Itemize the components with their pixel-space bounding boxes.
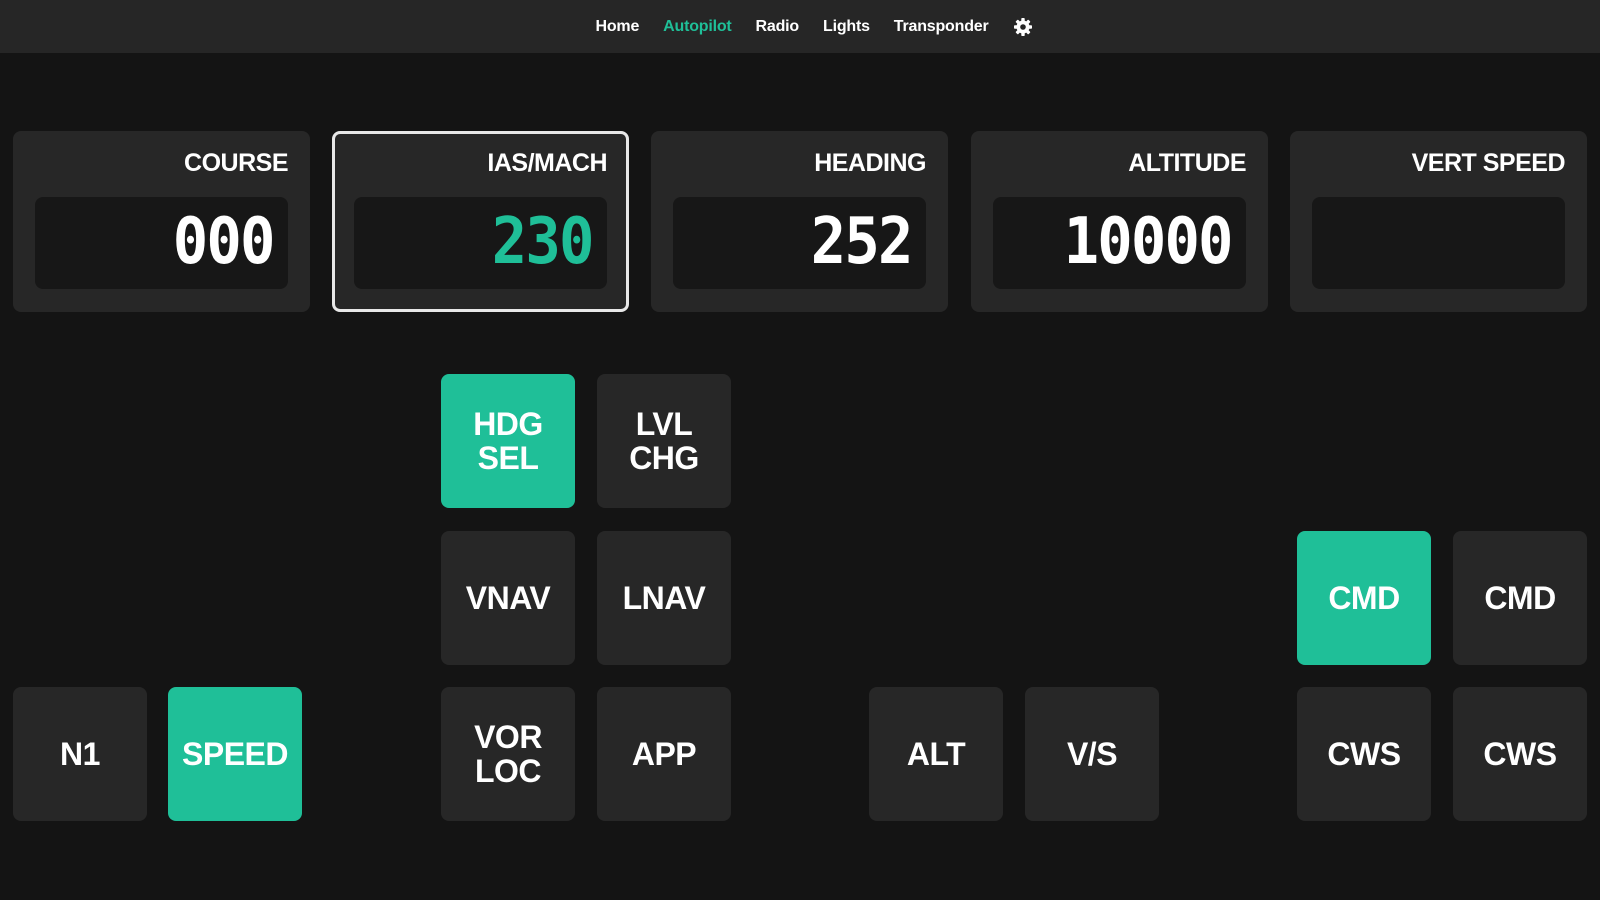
nav-item-autopilot[interactable]: Autopilot bbox=[663, 18, 732, 36]
altitude-value: 10000 bbox=[1063, 205, 1234, 279]
vert-speed-display[interactable]: VERT SPEED bbox=[1290, 131, 1587, 312]
altitude-display[interactable]: ALTITUDE 10000 bbox=[971, 131, 1268, 312]
ias-mach-screen: 230 bbox=[354, 197, 607, 289]
vs-button[interactable]: V/S bbox=[1025, 687, 1159, 821]
course-screen: 000 bbox=[35, 197, 288, 289]
lvl-chg-button[interactable]: LVL CHG bbox=[597, 374, 731, 508]
course-display[interactable]: COURSE 000 bbox=[13, 131, 310, 312]
vert-speed-label: VERT SPEED bbox=[1411, 149, 1566, 177]
nav-menu: Home Autopilot Radio Lights Transponder bbox=[595, 17, 1032, 37]
heading-value: 252 bbox=[811, 205, 914, 279]
cmd-a-button[interactable]: CMD bbox=[1297, 531, 1431, 665]
ias-mach-value: 230 bbox=[492, 205, 595, 279]
heading-screen: 252 bbox=[673, 197, 926, 289]
ias-mach-display[interactable]: IAS/MACH 230 bbox=[332, 131, 629, 312]
top-nav-bar: Home Autopilot Radio Lights Transponder bbox=[0, 0, 1600, 53]
speed-button[interactable]: SPEED bbox=[168, 687, 302, 821]
heading-label: HEADING bbox=[814, 149, 926, 177]
heading-display[interactable]: HEADING 252 bbox=[651, 131, 948, 312]
nav-item-lights[interactable]: Lights bbox=[823, 18, 870, 36]
n1-button[interactable]: N1 bbox=[13, 687, 147, 821]
cws-b-button[interactable]: CWS bbox=[1453, 687, 1587, 821]
altitude-label: ALTITUDE bbox=[1128, 149, 1246, 177]
vor-loc-button[interactable]: VOR LOC bbox=[441, 687, 575, 821]
nav-item-home[interactable]: Home bbox=[595, 18, 639, 36]
ias-mach-label: IAS/MACH bbox=[487, 149, 607, 177]
app-button[interactable]: APP bbox=[597, 687, 731, 821]
nav-item-radio[interactable]: Radio bbox=[756, 18, 800, 36]
vert-speed-screen bbox=[1312, 197, 1565, 289]
altitude-screen: 10000 bbox=[993, 197, 1246, 289]
nav-item-transponder[interactable]: Transponder bbox=[894, 18, 989, 36]
alt-button[interactable]: ALT bbox=[869, 687, 1003, 821]
gear-icon[interactable] bbox=[1013, 17, 1033, 37]
hdg-sel-button[interactable]: HDG SEL bbox=[441, 374, 575, 508]
cmd-b-button[interactable]: CMD bbox=[1453, 531, 1587, 665]
course-label: COURSE bbox=[184, 149, 288, 177]
vnav-button[interactable]: VNAV bbox=[441, 531, 575, 665]
cws-a-button[interactable]: CWS bbox=[1297, 687, 1431, 821]
course-value: 000 bbox=[173, 205, 276, 279]
lnav-button[interactable]: LNAV bbox=[597, 531, 731, 665]
